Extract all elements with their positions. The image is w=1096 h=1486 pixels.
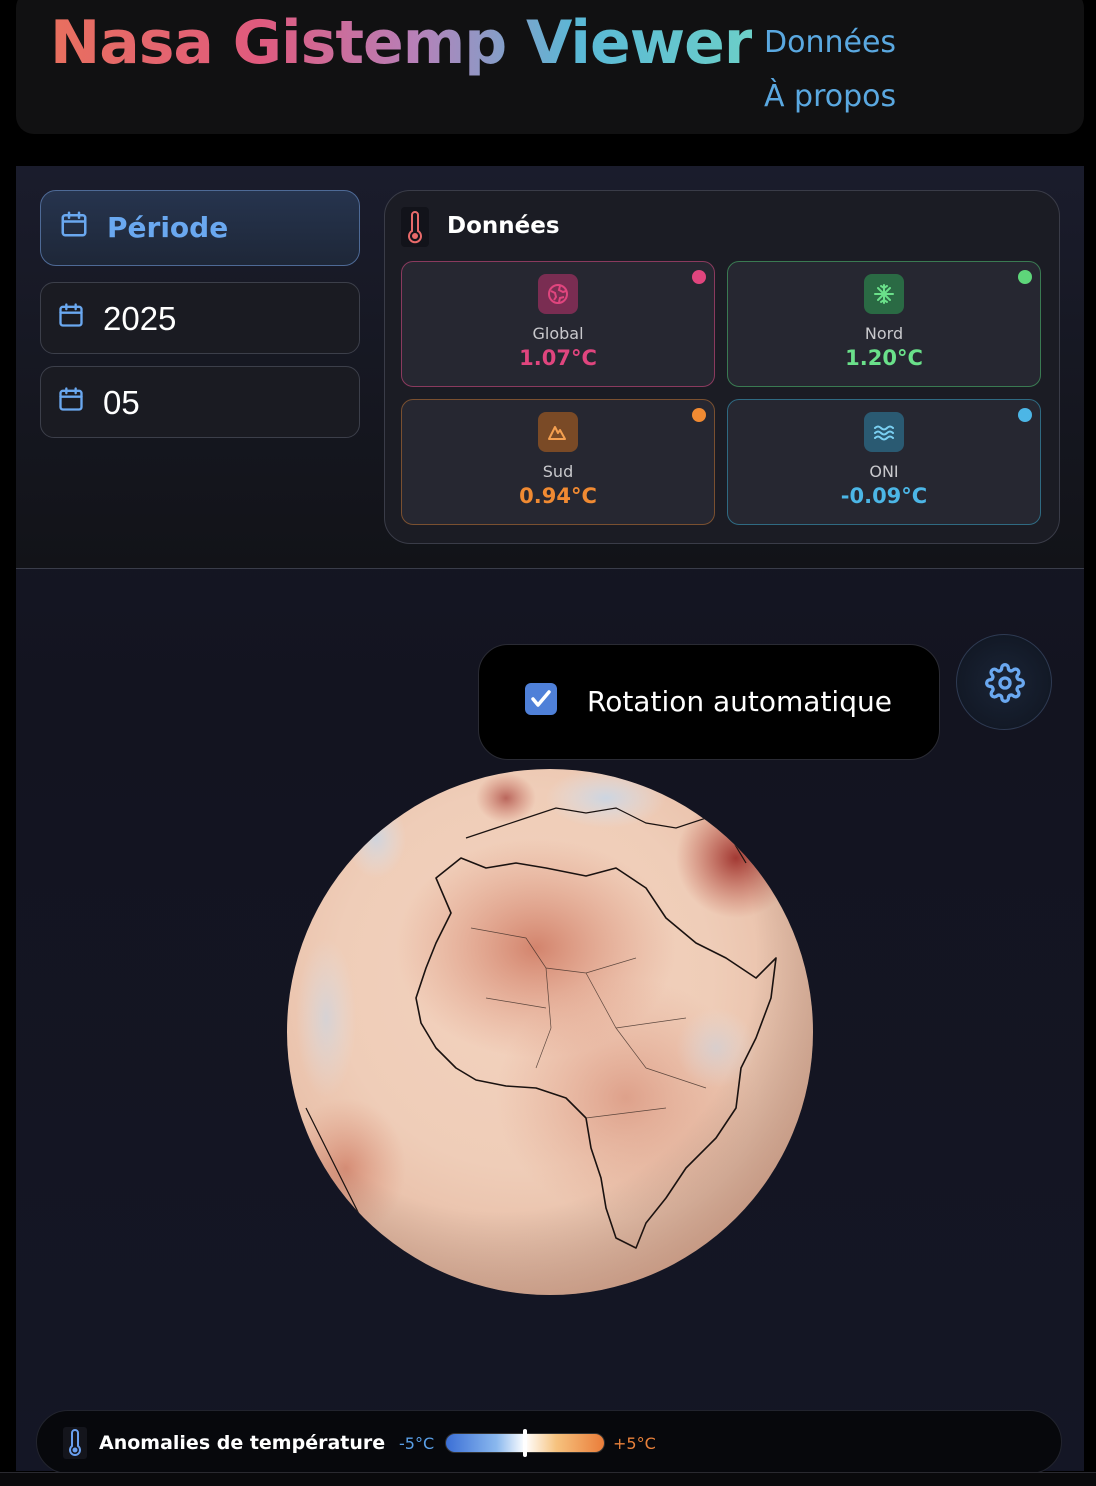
bottom-bar [0,1472,1096,1486]
status-dot [1018,270,1032,284]
period-button[interactable]: Période [40,190,360,266]
data-panel-title: Données [447,213,560,239]
control-section: Période 2025 05 Données Global 1.07°C No… [16,166,1084,569]
legend-zero-marker [523,1429,527,1457]
card-value: 0.94°C [519,484,597,508]
app-header: Nasa Gistemp Viewer Données À propos [16,0,1084,134]
nav-link-donnees[interactable]: Données [764,16,896,70]
card-name: Sud [542,462,574,481]
gear-icon [985,663,1025,703]
auto-rotate-checkbox[interactable] [525,683,557,715]
globe-map[interactable] [286,768,814,1296]
legend-max: +5°C [613,1434,656,1453]
calendar-icon [61,211,87,237]
card-oni[interactable]: ONI -0.09°C [727,399,1041,525]
settings-button[interactable] [956,634,1052,730]
main-nav: Données À propos [764,16,896,124]
card-name: Nord [864,324,904,343]
period-label: Période [107,211,229,244]
card-global[interactable]: Global 1.07°C [401,261,715,387]
legend-title: Anomalies de température [99,1432,386,1454]
card-value: -0.09°C [840,484,928,508]
temperature-legend: Anomalies de température -5°C +5°C [36,1410,1062,1474]
card-nord[interactable]: Nord 1.20°C [727,261,1041,387]
status-dot [692,270,706,284]
calendar-icon [59,387,83,411]
data-panel: Données Global 1.07°C Nord 1.20°C Sud 0.… [384,190,1060,544]
card-value: 1.20°C [845,346,923,370]
calendar-icon [59,303,83,327]
mountain-icon [538,412,578,452]
legend-min: -5°C [399,1434,435,1453]
auto-rotate-label: Rotation automatique [587,685,892,718]
thermometer-icon [63,1427,87,1459]
nav-link-a-propos[interactable]: À propos [764,70,896,124]
year-field[interactable]: 2025 [40,282,360,354]
waves-icon [864,412,904,452]
thermometer-icon [401,207,429,247]
globe-icon [538,274,578,314]
card-name: ONI [869,462,899,481]
card-value: 1.07°C [519,346,597,370]
status-dot [1018,408,1032,422]
month-value: 05 [103,384,140,421]
card-sud[interactable]: Sud 0.94°C [401,399,715,525]
month-field[interactable]: 05 [40,366,360,438]
status-dot [692,408,706,422]
checkmark-icon [531,690,551,707]
auto-rotate-control[interactable]: Rotation automatique [478,644,940,760]
card-name: Global [532,324,584,343]
year-value: 2025 [103,300,177,337]
app-title: Nasa Gistemp Viewer [50,8,753,78]
snowflake-icon [864,274,904,314]
